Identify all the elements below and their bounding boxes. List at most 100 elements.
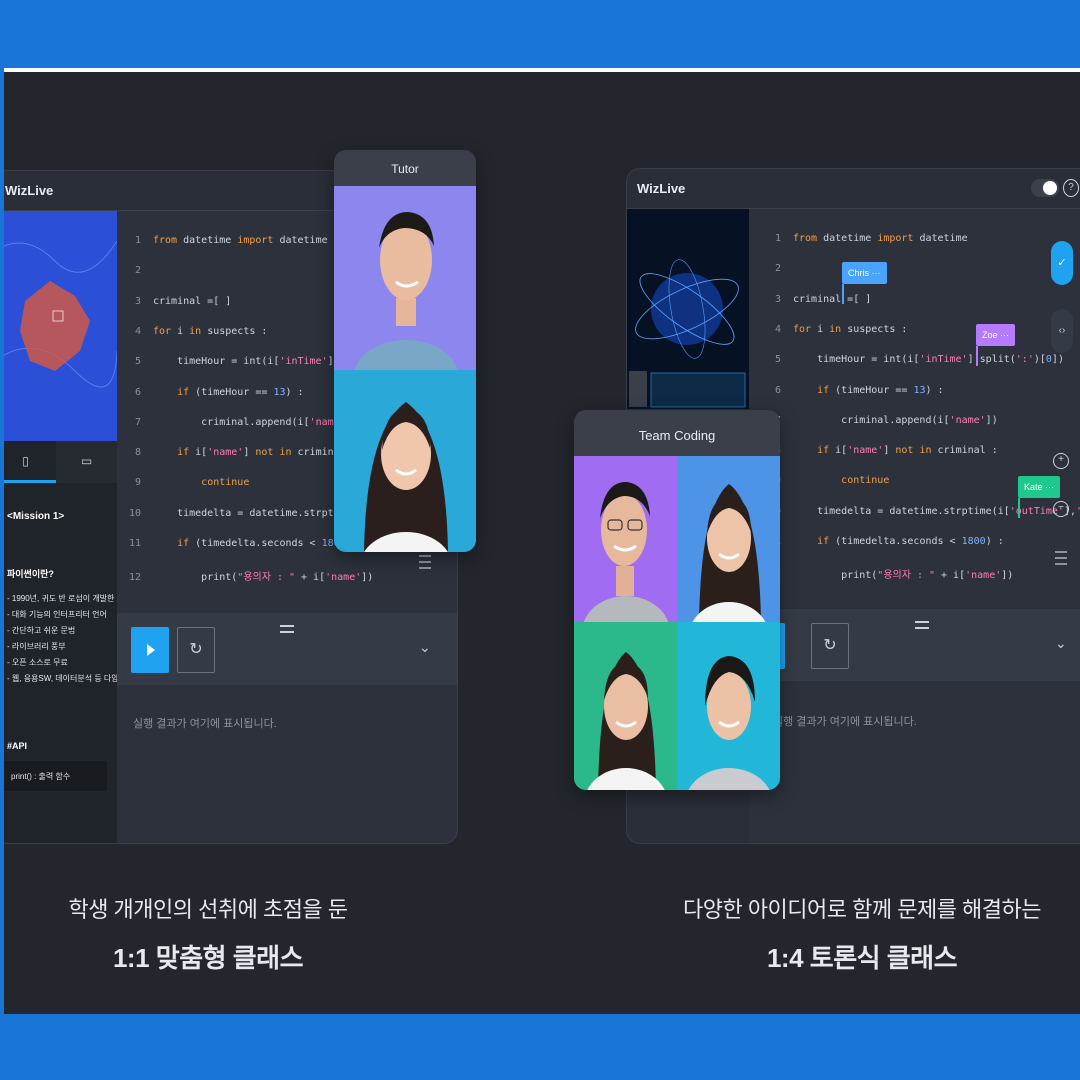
bullet-item: - 라이브러리 풍부: [7, 642, 66, 651]
code-token: (timeHour ==: [189, 386, 274, 398]
code-token: ) :: [285, 386, 304, 398]
document-icon: ▯: [22, 454, 29, 468]
quiz-icon[interactable]: ✓: [1051, 241, 1073, 285]
right-code-editor[interactable]: 1 from datetime import datetime 2 3 criminal…: [757, 209, 1080, 609]
code-token: 13: [273, 386, 286, 398]
code-token: print(: [153, 572, 238, 584]
run-button[interactable]: [131, 627, 169, 673]
code-token: (timedelta.seconds <: [829, 536, 962, 547]
code-token: ]: [883, 445, 896, 457]
reset-button[interactable]: ↻: [177, 627, 215, 673]
chevron-down-icon[interactable]: ⌄: [419, 639, 431, 656]
code-token: in: [189, 325, 202, 337]
code-line: 7 criminal.append(i['name']): [757, 415, 998, 439]
bullet-item: - 1990년, 귀도 반 로섬이 개발한 언어: [7, 594, 132, 603]
code-token: criminal :: [931, 445, 998, 457]
right-window-title: WizLive: [627, 169, 1080, 209]
code-token: ) :: [985, 536, 1004, 547]
collaborator-tag-kate: Kate ···: [1018, 476, 1061, 518]
code-token: if: [817, 384, 830, 396]
line-number: 6: [134, 386, 141, 398]
drag-handle-icon[interactable]: [915, 621, 929, 629]
line-number: 7: [134, 416, 141, 428]
code-token: "용의자 : ": [877, 570, 935, 582]
code-token: suspects :: [841, 323, 908, 335]
code-token: 'name': [965, 570, 1002, 582]
chevron-down-icon[interactable]: ⌄: [1055, 635, 1067, 652]
code-line: 1 from datetime import datetime: [757, 233, 968, 257]
help-icon[interactable]: ?: [1063, 179, 1079, 197]
code-line: 4 for i in suspects :: [117, 326, 267, 350]
participant-video-tile: [677, 622, 780, 790]
api-item: print() : 출력 함수: [4, 761, 107, 791]
code-token: if: [817, 536, 830, 547]
api-item-label: print() : 출력 함수: [11, 772, 71, 781]
top-band: [0, 0, 1080, 68]
collaborator-tag-zoe: Zoe ···: [976, 324, 1015, 366]
code-token: not in: [255, 447, 292, 459]
sidebar-tab-document[interactable]: ▯: [4, 441, 56, 483]
menu-icon[interactable]: [1055, 551, 1067, 565]
code-token: 'name': [847, 445, 884, 457]
globe-thumbnail: [627, 209, 749, 409]
code-line: 3 criminal =[ ]: [117, 296, 231, 320]
code-token: continue: [201, 477, 250, 489]
participant-2-image: [692, 484, 766, 622]
code-token: if: [817, 445, 830, 457]
line-number: 11: [128, 538, 141, 549]
code-line: 10 timedelta = datetime.strptime(i['outT…: [757, 506, 1080, 530]
line-number: 1: [774, 233, 781, 244]
code-line: 12 print("용의자 : " + i['name']): [757, 566, 1013, 590]
drag-handle-icon[interactable]: [280, 625, 294, 633]
code-line: 8 if i['name'] not in criminal :: [117, 447, 358, 471]
toggle-switch[interactable]: [1031, 179, 1059, 197]
code-token: ].split(: [967, 354, 1016, 366]
participant-video-tile: [677, 456, 780, 622]
code-icon[interactable]: ‹›: [1051, 309, 1073, 353]
bottom-band: [0, 1014, 1080, 1080]
tutor-video-tile: [334, 186, 476, 370]
line-number: 12: [128, 572, 141, 584]
code-token: criminal =[ ]: [793, 293, 872, 305]
code-token: (timedelta.seconds <: [189, 538, 322, 549]
team-coding-panel: Team Coding: [574, 410, 780, 790]
code-line: 6 if (timeHour == 13) :: [757, 385, 944, 409]
toggle-knob: [1043, 181, 1057, 195]
code-token: not in: [895, 445, 932, 457]
line-number: 2: [774, 263, 781, 275]
code-token: import: [237, 235, 274, 246]
code-token: criminal =[ ]: [153, 295, 232, 307]
code-token: ]): [1051, 354, 1064, 366]
refresh-icon: ↻: [823, 637, 837, 654]
team-panel-title: Team Coding: [638, 428, 716, 443]
code-token: for: [793, 323, 812, 335]
code-line: 2: [757, 263, 793, 287]
section-heading: 파이썬이란?: [7, 569, 54, 579]
zoom-in-icon[interactable]: +: [1053, 453, 1069, 469]
reset-button[interactable]: ↻: [811, 623, 849, 669]
tutor-video-panel: Tutor: [334, 150, 476, 552]
participant-video-tile: [574, 456, 677, 622]
participant-video-tile: [574, 622, 677, 790]
code-token: criminal.append(i[: [153, 416, 310, 428]
output-placeholder: 실행 결과가 여기에 표시됩니다.: [133, 718, 277, 730]
code-token: ]): [985, 414, 998, 426]
code-token: timedelta = datetime.strptime(i[: [793, 505, 1010, 517]
participant-3-image: [587, 652, 665, 790]
code-token: datetime: [913, 233, 968, 244]
code-token: criminal.append(i[: [793, 414, 950, 426]
tutor-person-image: [354, 212, 458, 370]
code-lines: 1 from datetime import datetime 2 3 criminal…: [757, 233, 1080, 603]
collaborator-tag-chris: Chris ···: [842, 262, 887, 304]
sidebar-tab-chat[interactable]: ▭: [56, 441, 117, 483]
code-line: 6 if (timeHour == 13) :: [117, 387, 304, 411]
code-token: import: [877, 233, 914, 244]
code-line: 9 continue: [117, 477, 249, 501]
code-token: timeHour = int(i[: [793, 354, 920, 366]
code-line: 2: [117, 265, 153, 289]
menu-icon[interactable]: [419, 555, 431, 569]
zoom-out-icon[interactable]: −: [1053, 501, 1069, 517]
